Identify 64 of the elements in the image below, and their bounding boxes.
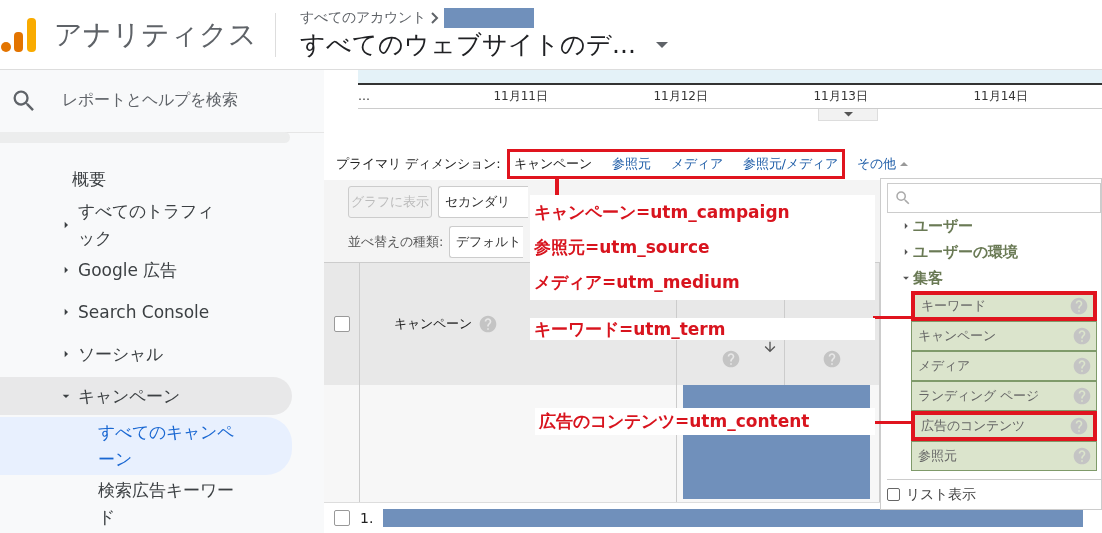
axis-label: 11月13日 (812, 87, 868, 105)
callout-text: 広告のコンテンツ=utm_content (539, 410, 811, 433)
sort-label: 並べ替えの種類: (348, 232, 444, 251)
help-icon[interactable] (1072, 326, 1092, 346)
caret-icon (843, 112, 853, 117)
help-icon[interactable] (1072, 446, 1092, 466)
menu-item[interactable]: ランディング ページ (911, 381, 1097, 411)
caret-icon (899, 162, 908, 166)
menu-group[interactable]: ユーザーの環境 (887, 239, 1101, 265)
help-icon[interactable] (1069, 416, 1089, 436)
callout-text: 参照元=utm_source (534, 236, 711, 259)
axis-label: 11月11日 (492, 87, 548, 105)
sort-arrow-icon (762, 339, 778, 355)
menu-item[interactable]: 広告のコンテンツ (911, 411, 1097, 441)
checkbox[interactable] (333, 316, 350, 332)
sidebar-item[interactable]: すべてのトラフィック (0, 202, 292, 247)
axis-label: 11月12日 (652, 87, 708, 105)
axis-label: 11月14日 (972, 87, 1028, 105)
breadcrumb-link[interactable]: すべてのアカウント (300, 9, 426, 27)
sidebar-item[interactable]: ソーシャル (0, 335, 292, 373)
sidebar-item[interactable]: キャンペーン (0, 377, 292, 415)
sidebar-item[interactable]: Google 広告 (0, 251, 292, 289)
help-icon[interactable] (1069, 296, 1089, 316)
help-icon[interactable] (1072, 386, 1092, 406)
leader-line (873, 421, 913, 424)
more-link[interactable]: その他 (856, 155, 908, 173)
dimension-option[interactable]: 参照元 (611, 155, 651, 173)
callout-text: キャンペーン=utm_campaign (534, 201, 791, 224)
view-selector[interactable]: すべてのウェブサイトのデ... (300, 28, 668, 61)
row-number: 1. (360, 510, 374, 526)
search-icon (894, 189, 912, 207)
search-field[interactable]: レポートとヘルプを検索 (62, 90, 238, 112)
help-icon[interactable] (822, 349, 842, 369)
callout-text: キーワード=utm_term (534, 318, 727, 341)
secondary-dimension-select[interactable]: セカンダリ (438, 185, 528, 218)
sidebar-item[interactable]: 概要 (0, 160, 292, 199)
menu-search-field[interactable] (887, 183, 1101, 213)
menu-item[interactable]: メディア (911, 351, 1097, 381)
list-view-checkbox[interactable]: リスト表示 (887, 479, 1101, 509)
chevron-icon (430, 12, 440, 24)
menu-group[interactable]: ユーザー (887, 213, 1101, 239)
sidebar-item[interactable]: Search Console (0, 293, 292, 331)
product-name: アナリティクス (54, 12, 276, 57)
leader-line (873, 316, 913, 319)
sidebar-item[interactable]: すべてのキャンペーン (0, 417, 292, 475)
dimension-option[interactable]: メディア (670, 155, 723, 173)
help-icon[interactable] (720, 349, 741, 369)
chart-toggle[interactable] (818, 109, 878, 122)
checkbox[interactable] (334, 510, 350, 526)
dimension-option[interactable]: 参照元/メディア (742, 155, 838, 173)
dimension-label: プライマリ ディメンション: (336, 155, 501, 173)
column-header[interactable]: キャンペーン (394, 315, 472, 333)
callout-text: メディア=utm_medium (534, 271, 741, 294)
help-icon[interactable] (1072, 356, 1092, 376)
sort-select[interactable]: デフォルト (449, 225, 524, 258)
dimension-option[interactable]: キャンペーン (513, 155, 592, 173)
caret-icon (655, 41, 668, 48)
help-icon[interactable] (478, 314, 498, 334)
menu-item[interactable]: キャンペーン (911, 321, 1097, 351)
sidebar-item[interactable]: 検索広告キーワード (0, 475, 292, 533)
menu-group[interactable]: 集客 (887, 265, 1101, 291)
menu-item[interactable]: 参照元 (911, 441, 1097, 471)
axis-label: … (358, 89, 371, 104)
menu-item[interactable]: キーワード (911, 291, 1097, 321)
